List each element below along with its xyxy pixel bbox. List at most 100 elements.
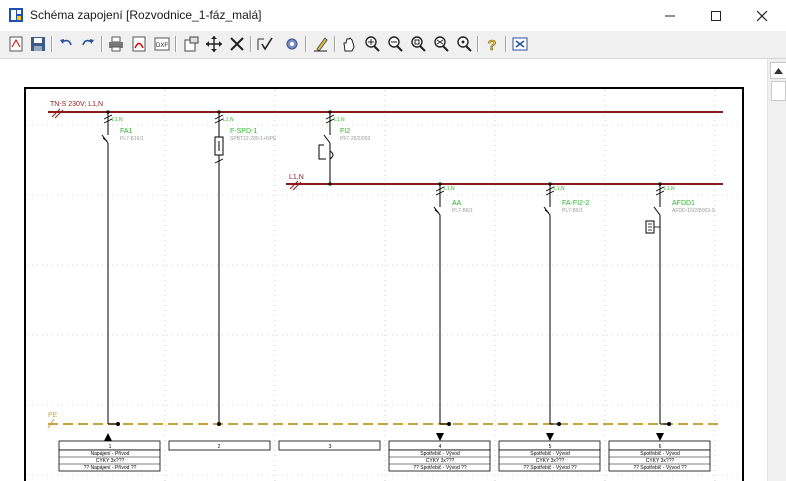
close-document-button[interactable] [510, 34, 530, 54]
zoom-all-button[interactable] [431, 34, 451, 54]
redo-button[interactable] [78, 34, 98, 54]
zoom-fit-icon [457, 36, 472, 52]
device-aa-phase: L1,N [444, 186, 455, 192]
terminal-5-num: 5 [549, 444, 552, 450]
properties-button[interactable] [181, 34, 201, 54]
terminal-6-line2: CYKY 3x??? [646, 458, 675, 464]
minimize-button[interactable] [647, 0, 693, 31]
schematic-canvas[interactable]: TN-S 230V; L1,N L1,N PE L1,N FA1 PL7-B16… [0, 59, 767, 481]
dxf-button[interactable]: DXF [152, 34, 172, 54]
vertical-scrollbar[interactable] [767, 59, 786, 481]
terminal-1[interactable]: 1 Napájení - Přívod CYKY 3x??? ?? Napáje… [58, 422, 161, 472]
terminal-3[interactable]: 3 [278, 440, 381, 451]
device-f-spd-1-name: F-SPD-1 [230, 128, 257, 135]
device-fi2[interactable]: L1,N FI2 PF7-25/2/003 [318, 110, 371, 186]
terminal-1-line2: CYKY 3x??? [96, 458, 125, 464]
scroll-up-button[interactable] [770, 62, 786, 79]
help-icon: ? [487, 37, 497, 53]
title-bar: Schéma zapojení [Rozvodnice_1-fáz_malá] [0, 0, 786, 32]
device-fa1-name: FA1 [120, 128, 133, 135]
move-icon [206, 36, 222, 52]
hand-icon [343, 37, 355, 52]
terminal-2[interactable]: 2 [168, 422, 271, 451]
delete-button[interactable] [227, 34, 247, 54]
hand-button[interactable] [339, 34, 359, 54]
toolbar-separator [505, 36, 507, 52]
close-button[interactable] [739, 0, 785, 31]
zoom-window-button[interactable] [408, 34, 428, 54]
device-f-spd-1-type: SPBT12-280-1+NPE [230, 136, 277, 142]
window-title: Schéma zapojení [Rozvodnice_1-fáz_malá] [30, 8, 262, 22]
device-fa-fi2-2-name: FA-FI2-2 [562, 200, 589, 207]
close-icon [756, 10, 768, 21]
device-f-spd-1[interactable]: L1,N F-SPD-1 SPBT12-280-1+NPE [214, 110, 277, 424]
maximize-button[interactable] [693, 0, 739, 31]
terminal-2-num: 2 [218, 444, 221, 450]
svg-text:?: ? [487, 37, 496, 53]
schematic-drawing: TN-S 230V; L1,N L1,N PE L1,N FA1 PL7-B16… [24, 87, 744, 481]
undo-icon [60, 39, 72, 46]
zoom-window-icon [411, 36, 426, 52]
device-aa-type: PL7-B6/1 [452, 208, 473, 214]
dxf-icon: DXF [154, 37, 170, 51]
terminal-1-num: 1 [109, 444, 112, 450]
zoom-fit-button[interactable] [454, 34, 474, 54]
device-aa-name: AA [452, 200, 462, 207]
device-fa1[interactable]: L1,N FA1 PL7-B16/1 [101, 110, 144, 424]
dxf-label: DXF [156, 43, 168, 49]
zoom-in-button[interactable] [362, 34, 382, 54]
pdf-icon [132, 36, 146, 52]
new-button[interactable] [6, 34, 26, 54]
toolbar-separator [101, 36, 103, 52]
check-button[interactable] [255, 34, 275, 54]
terminal-4[interactable]: 4 Spotřebič - Vývod CYKY 3x??? ?? Spotře… [388, 422, 491, 472]
zoom-out-icon [388, 36, 403, 52]
device-fa-fi2-2[interactable]: L1,N FA-FI2-2 PL7-B6/1 [543, 182, 589, 424]
pdf-button[interactable] [129, 34, 149, 54]
settings-button[interactable] [282, 34, 302, 54]
toolbar: DXF ? [0, 31, 786, 59]
terminal-6[interactable]: 6 Spotřebič - Vývod CYKY 3x??? ?? Spotře… [608, 422, 711, 472]
settings-icon [286, 38, 298, 50]
terminal-5-line3: ?? Spotřebič - Vývod ?? [523, 465, 577, 471]
main-bus-label: TN-S 230V; L1,N [50, 101, 103, 108]
device-fi2-type: PF7-25/2/003 [340, 136, 371, 142]
undo-button[interactable] [56, 34, 76, 54]
grid [27, 90, 741, 481]
toolbar-separator [334, 36, 336, 52]
device-afdd1-phase: L1,N [664, 186, 675, 192]
sub-bus-label: L1,N [289, 174, 304, 181]
move-button[interactable] [204, 34, 224, 54]
print-icon [109, 36, 123, 52]
delete-icon [230, 37, 244, 51]
save-button[interactable] [28, 34, 48, 54]
device-fi2-phase: L1,N [334, 117, 345, 123]
device-aa[interactable]: L1,N AA PL7-B6/1 [433, 182, 473, 424]
zoom-out-button[interactable] [385, 34, 405, 54]
sheet-border [24, 87, 744, 481]
device-afdd1-name: AFDD1 [672, 200, 695, 207]
device-fi2-name: FI2 [340, 128, 350, 135]
print-button[interactable] [106, 34, 126, 54]
check-icon [257, 37, 273, 51]
toolbar-separator [477, 36, 479, 52]
device-fa-fi2-2-phase: L1,N [554, 186, 565, 192]
redo-icon [82, 39, 94, 46]
device-afdd1[interactable]: L1,N AFDD1 AFDD-10/2/B003-S [645, 182, 716, 424]
scroll-thumb[interactable] [771, 81, 786, 101]
close-doc-icon [512, 37, 528, 51]
terminal-4-num: 4 [439, 444, 442, 450]
pen-icon [314, 37, 328, 52]
terminal-4-line1: Spotřebič - Vývod [420, 451, 460, 457]
help-button[interactable]: ? [482, 34, 502, 54]
terminal-5[interactable]: 5 Spotřebič - Vývod CYKY 3x??? ?? Spotře… [498, 422, 601, 472]
toolbar-separator [175, 36, 177, 52]
terminal-6-line3: ?? Spotřebič - Vývod ?? [633, 465, 687, 471]
terminal-1-line1: Napájení - Přívod [91, 451, 130, 457]
app-icon [9, 8, 23, 22]
bus-mark [51, 108, 64, 119]
terminal-1-line3: ?? Napájení - Přívod ?? [84, 465, 137, 471]
pen-button[interactable] [311, 34, 331, 54]
device-fa-fi2-2-type: PL7-B6/1 [562, 208, 583, 214]
terminal-6-line1: Spotřebič - Vývod [640, 451, 680, 457]
